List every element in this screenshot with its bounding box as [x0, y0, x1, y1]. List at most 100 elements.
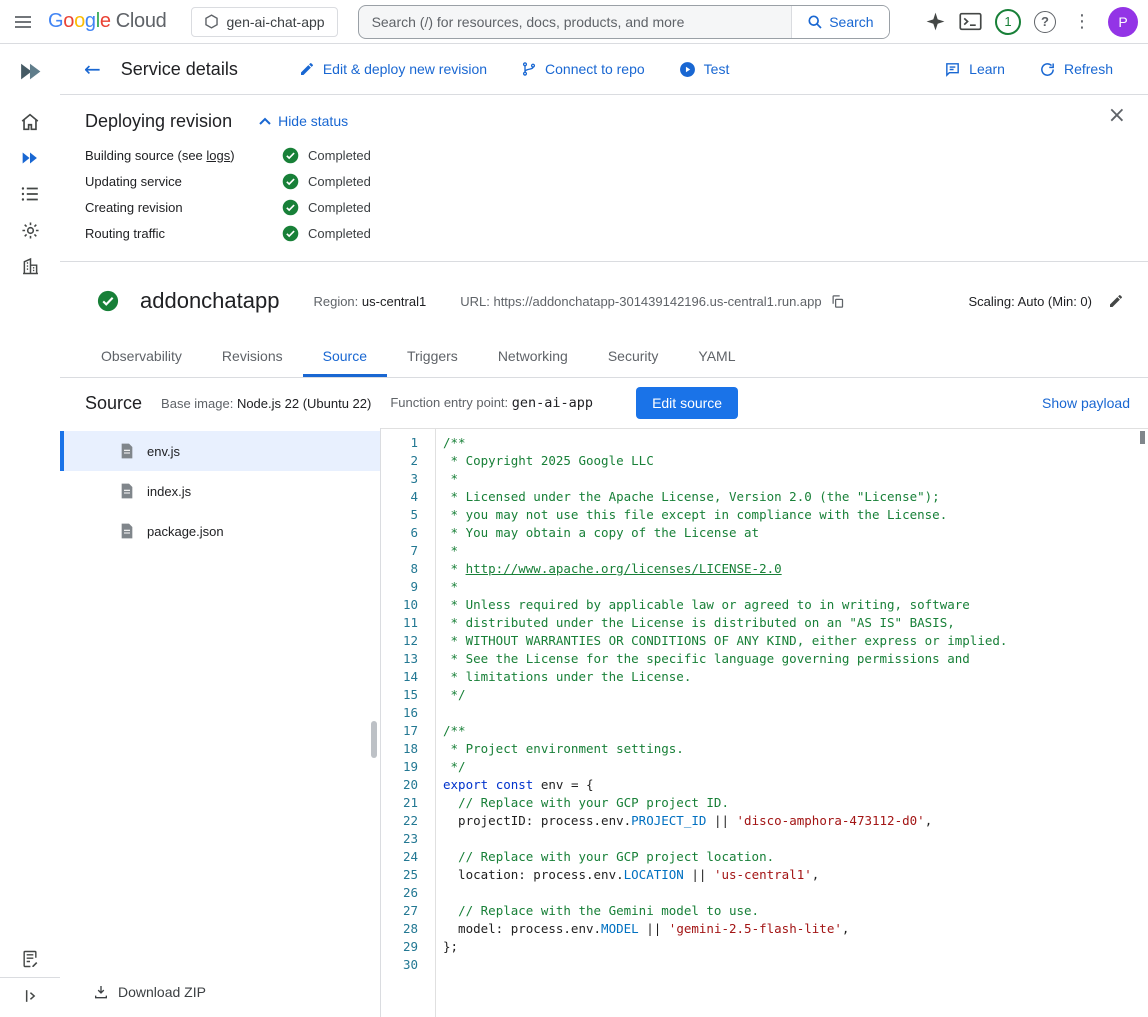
learn-button[interactable]: Learn	[927, 61, 1022, 78]
download-zip-label: Download ZIP	[118, 984, 206, 1000]
code-line: */	[443, 758, 1148, 776]
editor-code[interactable]: /** * Copyright 2025 Google LLC * * Lice…	[436, 429, 1148, 1017]
source-title: Source	[85, 393, 142, 414]
search-bar[interactable]: Search (/) for resources, docs, products…	[358, 5, 890, 39]
code-line: model: process.env.MODEL || 'gemini-2.5-…	[443, 920, 1148, 938]
collapse-panel-icon[interactable]	[10, 984, 50, 1008]
release-notes-icon[interactable]	[10, 947, 50, 971]
copy-url-icon[interactable]	[830, 294, 845, 309]
tab-observability[interactable]: Observability	[81, 336, 202, 377]
nav-services-icon[interactable]	[10, 146, 50, 170]
line-number: 6	[381, 524, 418, 542]
download-icon	[93, 984, 109, 1000]
source-body: env.js index.js package.json	[60, 428, 1148, 1017]
status-label: Updating service	[85, 174, 282, 189]
file-panel-scrollbar[interactable]	[371, 721, 377, 758]
menu-icon[interactable]	[14, 13, 32, 31]
back-button[interactable]: ←	[78, 57, 107, 81]
status-value: Completed	[282, 225, 371, 242]
app-root: Google Cloud gen-ai-chat-app Search (/) …	[0, 0, 1148, 1017]
tab-source[interactable]: Source	[303, 336, 387, 377]
file-icon	[120, 483, 134, 499]
status-label: Building source (see logs)	[85, 148, 282, 163]
line-number: 14	[381, 668, 418, 686]
logo-cloud: Cloud	[116, 10, 167, 33]
status-panel-title: Deploying revision	[85, 111, 232, 132]
test-button[interactable]: Test	[662, 61, 747, 78]
show-payload-link[interactable]: Show payload	[1042, 395, 1130, 411]
line-number: 26	[381, 884, 418, 902]
cloud-shell-icon[interactable]	[959, 10, 982, 33]
refresh-icon	[1039, 61, 1056, 78]
more-options-icon[interactable]: ⋮	[1069, 11, 1095, 32]
search-button-label: Search	[829, 14, 873, 30]
code-line: };	[443, 938, 1148, 956]
code-line: * Licensed under the Apache License, Ver…	[443, 488, 1148, 506]
code-line: * WITHOUT WARRANTIES OR CONDITIONS OF AN…	[443, 632, 1148, 650]
topbar-right: 1 ? ⋮ P	[925, 7, 1138, 37]
code-line: /**	[443, 434, 1148, 452]
service-region: Region: us-central1	[313, 294, 426, 309]
editor-scrollbar[interactable]	[1137, 429, 1148, 1017]
nav-home-icon[interactable]	[10, 110, 50, 134]
gemini-spark-icon[interactable]	[925, 11, 946, 32]
hide-status-toggle[interactable]: Hide status	[259, 113, 348, 129]
edit-source-button[interactable]: Edit source	[636, 387, 738, 419]
help-icon[interactable]: ?	[1034, 11, 1056, 33]
file-item-env-js[interactable]: env.js	[60, 431, 380, 471]
rail-divider	[0, 977, 60, 978]
line-number: 25	[381, 866, 418, 884]
play-icon	[679, 61, 696, 78]
check-circle-icon	[282, 225, 299, 242]
project-selector[interactable]: gen-ai-chat-app	[191, 7, 338, 37]
code-line: *	[443, 470, 1148, 488]
code-line: * You may obtain a copy of the License a…	[443, 524, 1148, 542]
tab-revisions[interactable]: Revisions	[202, 336, 303, 377]
check-circle-icon	[282, 173, 299, 190]
avatar[interactable]: P	[1108, 7, 1138, 37]
logs-link[interactable]: logs	[206, 148, 230, 163]
editor-scrollbar-thumb[interactable]	[1140, 431, 1145, 444]
edit-deploy-button[interactable]: Edit & deploy new revision	[282, 61, 504, 77]
service-url: URL: https://addonchatapp-301439142196.u…	[460, 294, 821, 309]
notifications-badge[interactable]: 1	[995, 9, 1021, 35]
tab-yaml[interactable]: YAML	[678, 336, 755, 377]
google-cloud-logo: Google Cloud	[48, 10, 167, 33]
code-line: * Copyright 2025 Google LLC	[443, 452, 1148, 470]
search-input[interactable]: Search (/) for resources, docs, products…	[359, 14, 792, 30]
file-item-package-json[interactable]: package.json	[60, 511, 380, 551]
line-number: 17	[381, 722, 418, 740]
download-zip-button[interactable]: Download ZIP	[60, 970, 380, 1017]
close-icon[interactable]: ×	[1108, 105, 1126, 127]
code-editor[interactable]: 1234567891011121314151617181920212223242…	[381, 428, 1148, 1017]
code-line: export const env = {	[443, 776, 1148, 794]
code-line: * Unless required by applicable law or a…	[443, 596, 1148, 614]
project-icon	[204, 14, 219, 29]
refresh-button[interactable]: Refresh	[1022, 61, 1130, 78]
project-name: gen-ai-chat-app	[227, 14, 325, 30]
line-number: 29	[381, 938, 418, 956]
entry-point: Function entry point: gen-ai-app	[390, 395, 593, 411]
line-number: 16	[381, 704, 418, 722]
code-line: *	[443, 578, 1148, 596]
refresh-label: Refresh	[1064, 61, 1113, 77]
cloud-run-logo-icon	[10, 59, 50, 83]
search-button[interactable]: Search	[791, 6, 888, 38]
line-number: 20	[381, 776, 418, 794]
status-label: Creating revision	[85, 200, 282, 215]
nav-jobs-list-icon[interactable]	[10, 182, 50, 206]
nav-integrations-icon[interactable]	[10, 218, 50, 242]
edit-scaling-icon[interactable]	[1108, 293, 1124, 309]
tab-triggers[interactable]: Triggers	[387, 336, 478, 377]
tab-security[interactable]: Security	[588, 336, 679, 377]
status-rows: Building source (see logs) Completed Upd…	[85, 147, 1124, 242]
file-icon	[120, 443, 134, 459]
nav-domains-icon[interactable]	[10, 254, 50, 278]
code-line: * http://www.apache.org/licenses/LICENSE…	[443, 560, 1148, 578]
tab-bar: Observability Revisions Source Triggers …	[60, 336, 1148, 378]
file-item-index-js[interactable]: index.js	[60, 471, 380, 511]
code-line: * See the License for the specific langu…	[443, 650, 1148, 668]
tab-networking[interactable]: Networking	[478, 336, 588, 377]
line-number: 13	[381, 650, 418, 668]
connect-repo-button[interactable]: Connect to repo	[504, 61, 662, 77]
